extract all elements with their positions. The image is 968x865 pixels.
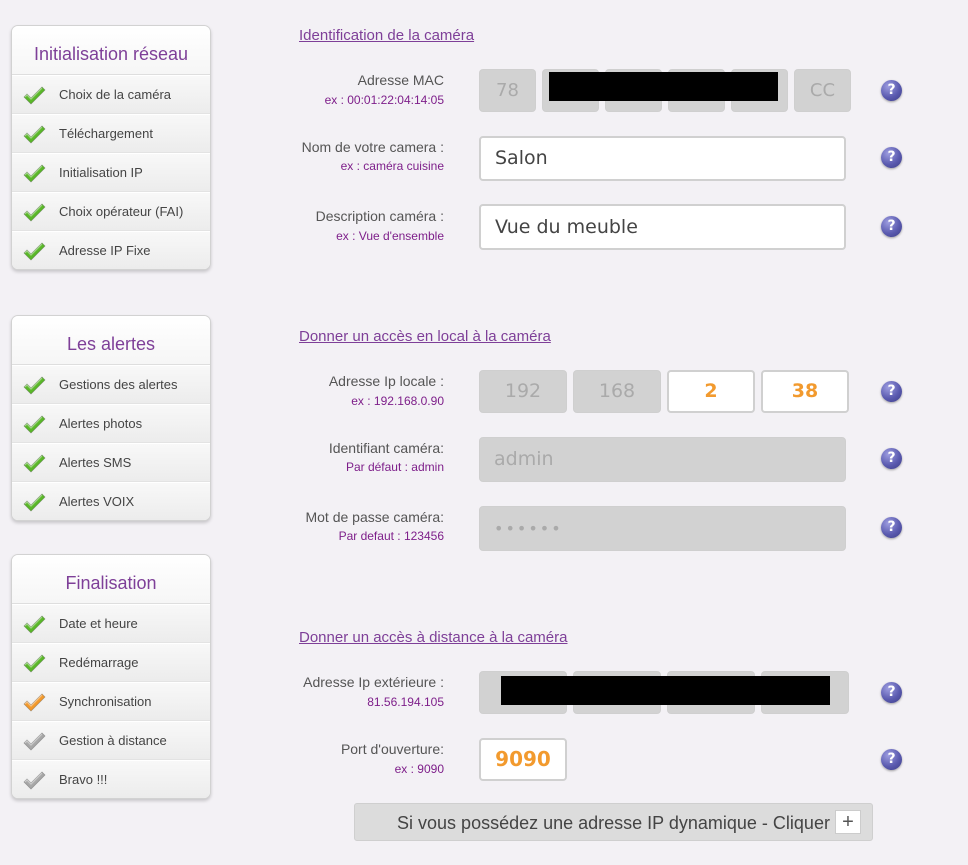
sidebar-item-label: Initialisation IP: [59, 165, 143, 180]
sidebar-item-fixed-ip[interactable]: Adresse IP Fixe: [12, 231, 210, 269]
sidebar-item-restart[interactable]: Redémarrage: [12, 643, 210, 682]
dynamic-ip-button[interactable]: Si vous possédez une adresse IP dynamiqu…: [354, 803, 873, 841]
mac-octet-6: CC: [794, 69, 851, 112]
help-icon[interactable]: ?: [881, 147, 902, 168]
checkmark-icon: [22, 201, 46, 223]
sidebar-item-label: Adresse IP Fixe: [59, 243, 151, 258]
sidebar-item-sync[interactable]: Synchronisation: [12, 682, 210, 721]
sidebar-item-alert-management[interactable]: Gestions des alertes: [12, 365, 210, 404]
camera-description-label: Description caméra :: [315, 208, 444, 224]
local-ip-octet-1: 192: [479, 370, 567, 413]
help-icon[interactable]: ?: [881, 749, 902, 770]
sidebar-item-photo-alerts[interactable]: Alertes photos: [12, 404, 210, 443]
help-icon[interactable]: ?: [881, 381, 902, 402]
sidebar-item-label: Gestions des alertes: [59, 377, 178, 392]
mac-redaction: [549, 72, 778, 101]
mac-label: Adresse MAC: [357, 72, 444, 88]
checkmark-icon: [22, 374, 46, 396]
checkmark-icon: [22, 491, 46, 513]
sidebar-item-ip-init[interactable]: Initialisation IP: [12, 153, 210, 192]
plus-icon: +: [835, 810, 861, 834]
panel-title-alerts: Les alertes: [12, 316, 210, 365]
sidebar-item-label: Alertes SMS: [59, 455, 132, 470]
external-ip-label: Adresse Ip extérieure :: [303, 674, 444, 690]
camera-user-hint: Par défaut : admin: [345, 460, 444, 474]
sidebar-item-label: Choix de la caméra: [59, 87, 171, 102]
section-title-remote-access[interactable]: Donner un accès à distance à la caméra: [299, 629, 567, 646]
checkmark-icon: [22, 452, 46, 474]
port-label: Port d'ouverture:: [340, 741, 444, 757]
sidebar-item-bravo[interactable]: Bravo !!!: [12, 760, 210, 798]
checkmark-icon: [22, 613, 46, 635]
camera-description-hint: ex : Vue d'ensemble: [336, 229, 444, 243]
checkmark-icon: [22, 730, 46, 752]
mac-hint: ex : 00:01:22:04:14:05: [324, 93, 444, 107]
sidebar-item-label: Téléchargement: [59, 126, 153, 141]
camera-name-label: Nom de votre camera :: [301, 139, 444, 155]
sidebar-item-label: Alertes VOIX: [59, 494, 135, 509]
checkmark-icon: [22, 162, 46, 184]
panel-title-network-init: Initialisation réseau: [12, 26, 210, 75]
sidebar-item-label: Synchronisation: [59, 694, 152, 709]
sidebar-item-label: Date et heure: [59, 616, 138, 631]
local-ip-hint: ex : 192.168.0.90: [351, 394, 444, 408]
help-icon[interactable]: ?: [881, 80, 902, 101]
sidebar-item-download[interactable]: Téléchargement: [12, 114, 210, 153]
port-input[interactable]: 9090: [479, 738, 567, 781]
camera-name-input[interactable]: Salon: [479, 136, 846, 181]
mac-octet-1: 78: [479, 69, 536, 112]
sidebar-item-label: Bravo !!!: [59, 772, 108, 787]
local-ip-octet-3-input[interactable]: 2: [667, 370, 755, 413]
help-icon[interactable]: ?: [881, 448, 902, 469]
checkmark-icon: [22, 691, 46, 713]
panel-network-init: Initialisation réseau Choix de la caméra…: [11, 25, 211, 270]
camera-password-hint: Par defaut : 123456: [338, 529, 444, 543]
help-icon[interactable]: ?: [881, 216, 902, 237]
panel-alerts: Les alertes Gestions des alertes Alertes…: [11, 315, 211, 521]
external-ip-hint: 81.56.194.105: [367, 695, 444, 709]
camera-name-hint: ex : caméra cuisine: [340, 159, 444, 173]
sidebar-item-label: Alertes photos: [59, 416, 143, 431]
camera-password-label: Mot de passe caméra:: [305, 509, 444, 525]
checkmark-icon: [22, 84, 46, 106]
sidebar-item-label: Choix opérateur (FAI): [59, 204, 184, 219]
help-icon[interactable]: ?: [881, 517, 902, 538]
sidebar-item-isp-choice[interactable]: Choix opérateur (FAI): [12, 192, 210, 231]
camera-user-field: admin: [479, 437, 846, 482]
local-ip-label: Adresse Ip locale :: [328, 373, 444, 389]
checkmark-icon: [22, 123, 46, 145]
sidebar-item-camera-choice[interactable]: Choix de la caméra: [12, 75, 210, 114]
sidebar-item-date-time[interactable]: Date et heure: [12, 604, 210, 643]
section-title-local-access[interactable]: Donner un accès en local à la caméra: [299, 328, 551, 345]
camera-password-field: ••••••: [479, 506, 846, 551]
panel-title-finalisation: Finalisation: [12, 555, 210, 604]
panel-finalisation: Finalisation Date et heure Redémarrage S…: [11, 554, 211, 799]
section-title-identification[interactable]: Identification de la caméra: [299, 27, 474, 44]
sidebar-item-label: Redémarrage: [59, 655, 139, 670]
local-ip-octet-4-input[interactable]: 38: [761, 370, 849, 413]
local-ip-octet-2: 168: [573, 370, 661, 413]
camera-user-label: Identifiant caméra:: [328, 440, 444, 456]
sidebar-item-label: Gestion à distance: [59, 733, 167, 748]
port-hint: ex : 9090: [394, 762, 444, 776]
checkmark-icon: [22, 413, 46, 435]
sidebar-item-sms-alerts[interactable]: Alertes SMS: [12, 443, 210, 482]
help-icon[interactable]: ?: [881, 682, 902, 703]
dynamic-ip-button-label: Si vous possédez une adresse IP dynamiqu…: [397, 813, 830, 833]
checkmark-icon: [22, 652, 46, 674]
external-ip-redaction: [501, 676, 830, 705]
checkmark-icon: [22, 769, 46, 791]
checkmark-icon: [22, 240, 46, 262]
sidebar-item-voice-alerts[interactable]: Alertes VOIX: [12, 482, 210, 520]
sidebar-item-remote-management[interactable]: Gestion à distance: [12, 721, 210, 760]
camera-description-input[interactable]: Vue du meuble: [479, 204, 846, 250]
